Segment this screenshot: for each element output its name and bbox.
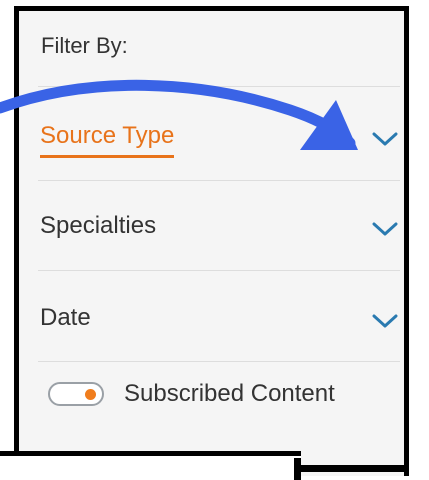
chevron-down-icon[interactable] [370,310,400,332]
frame-edge [296,465,409,472]
toggle-knob [85,389,96,400]
subscribed-content-toggle-row[interactable]: Subscribed Content [48,380,335,408]
chevron-down-icon[interactable] [370,218,400,240]
divider [38,180,400,181]
filter-item-source-type[interactable]: Source Type [38,92,400,180]
divider [38,270,400,271]
chevron-down-icon[interactable] [370,128,400,150]
divider [38,86,400,87]
filter-item-date[interactable]: Date [38,274,400,362]
overlay-box [0,451,301,480]
divider [38,361,400,362]
filter-title: Filter By: [41,33,128,58]
filter-item-specialties[interactable]: Specialties [38,182,400,270]
filter-item-label: Source Type [40,122,175,158]
filter-item-label: Specialties [40,212,157,239]
toggle-label: Subscribed Content [124,380,335,407]
screenshot-root: Filter By: Source Type Specialties Date … [0,0,429,480]
filter-item-label: Date [40,304,91,331]
subscribed-content-toggle[interactable] [48,382,104,406]
